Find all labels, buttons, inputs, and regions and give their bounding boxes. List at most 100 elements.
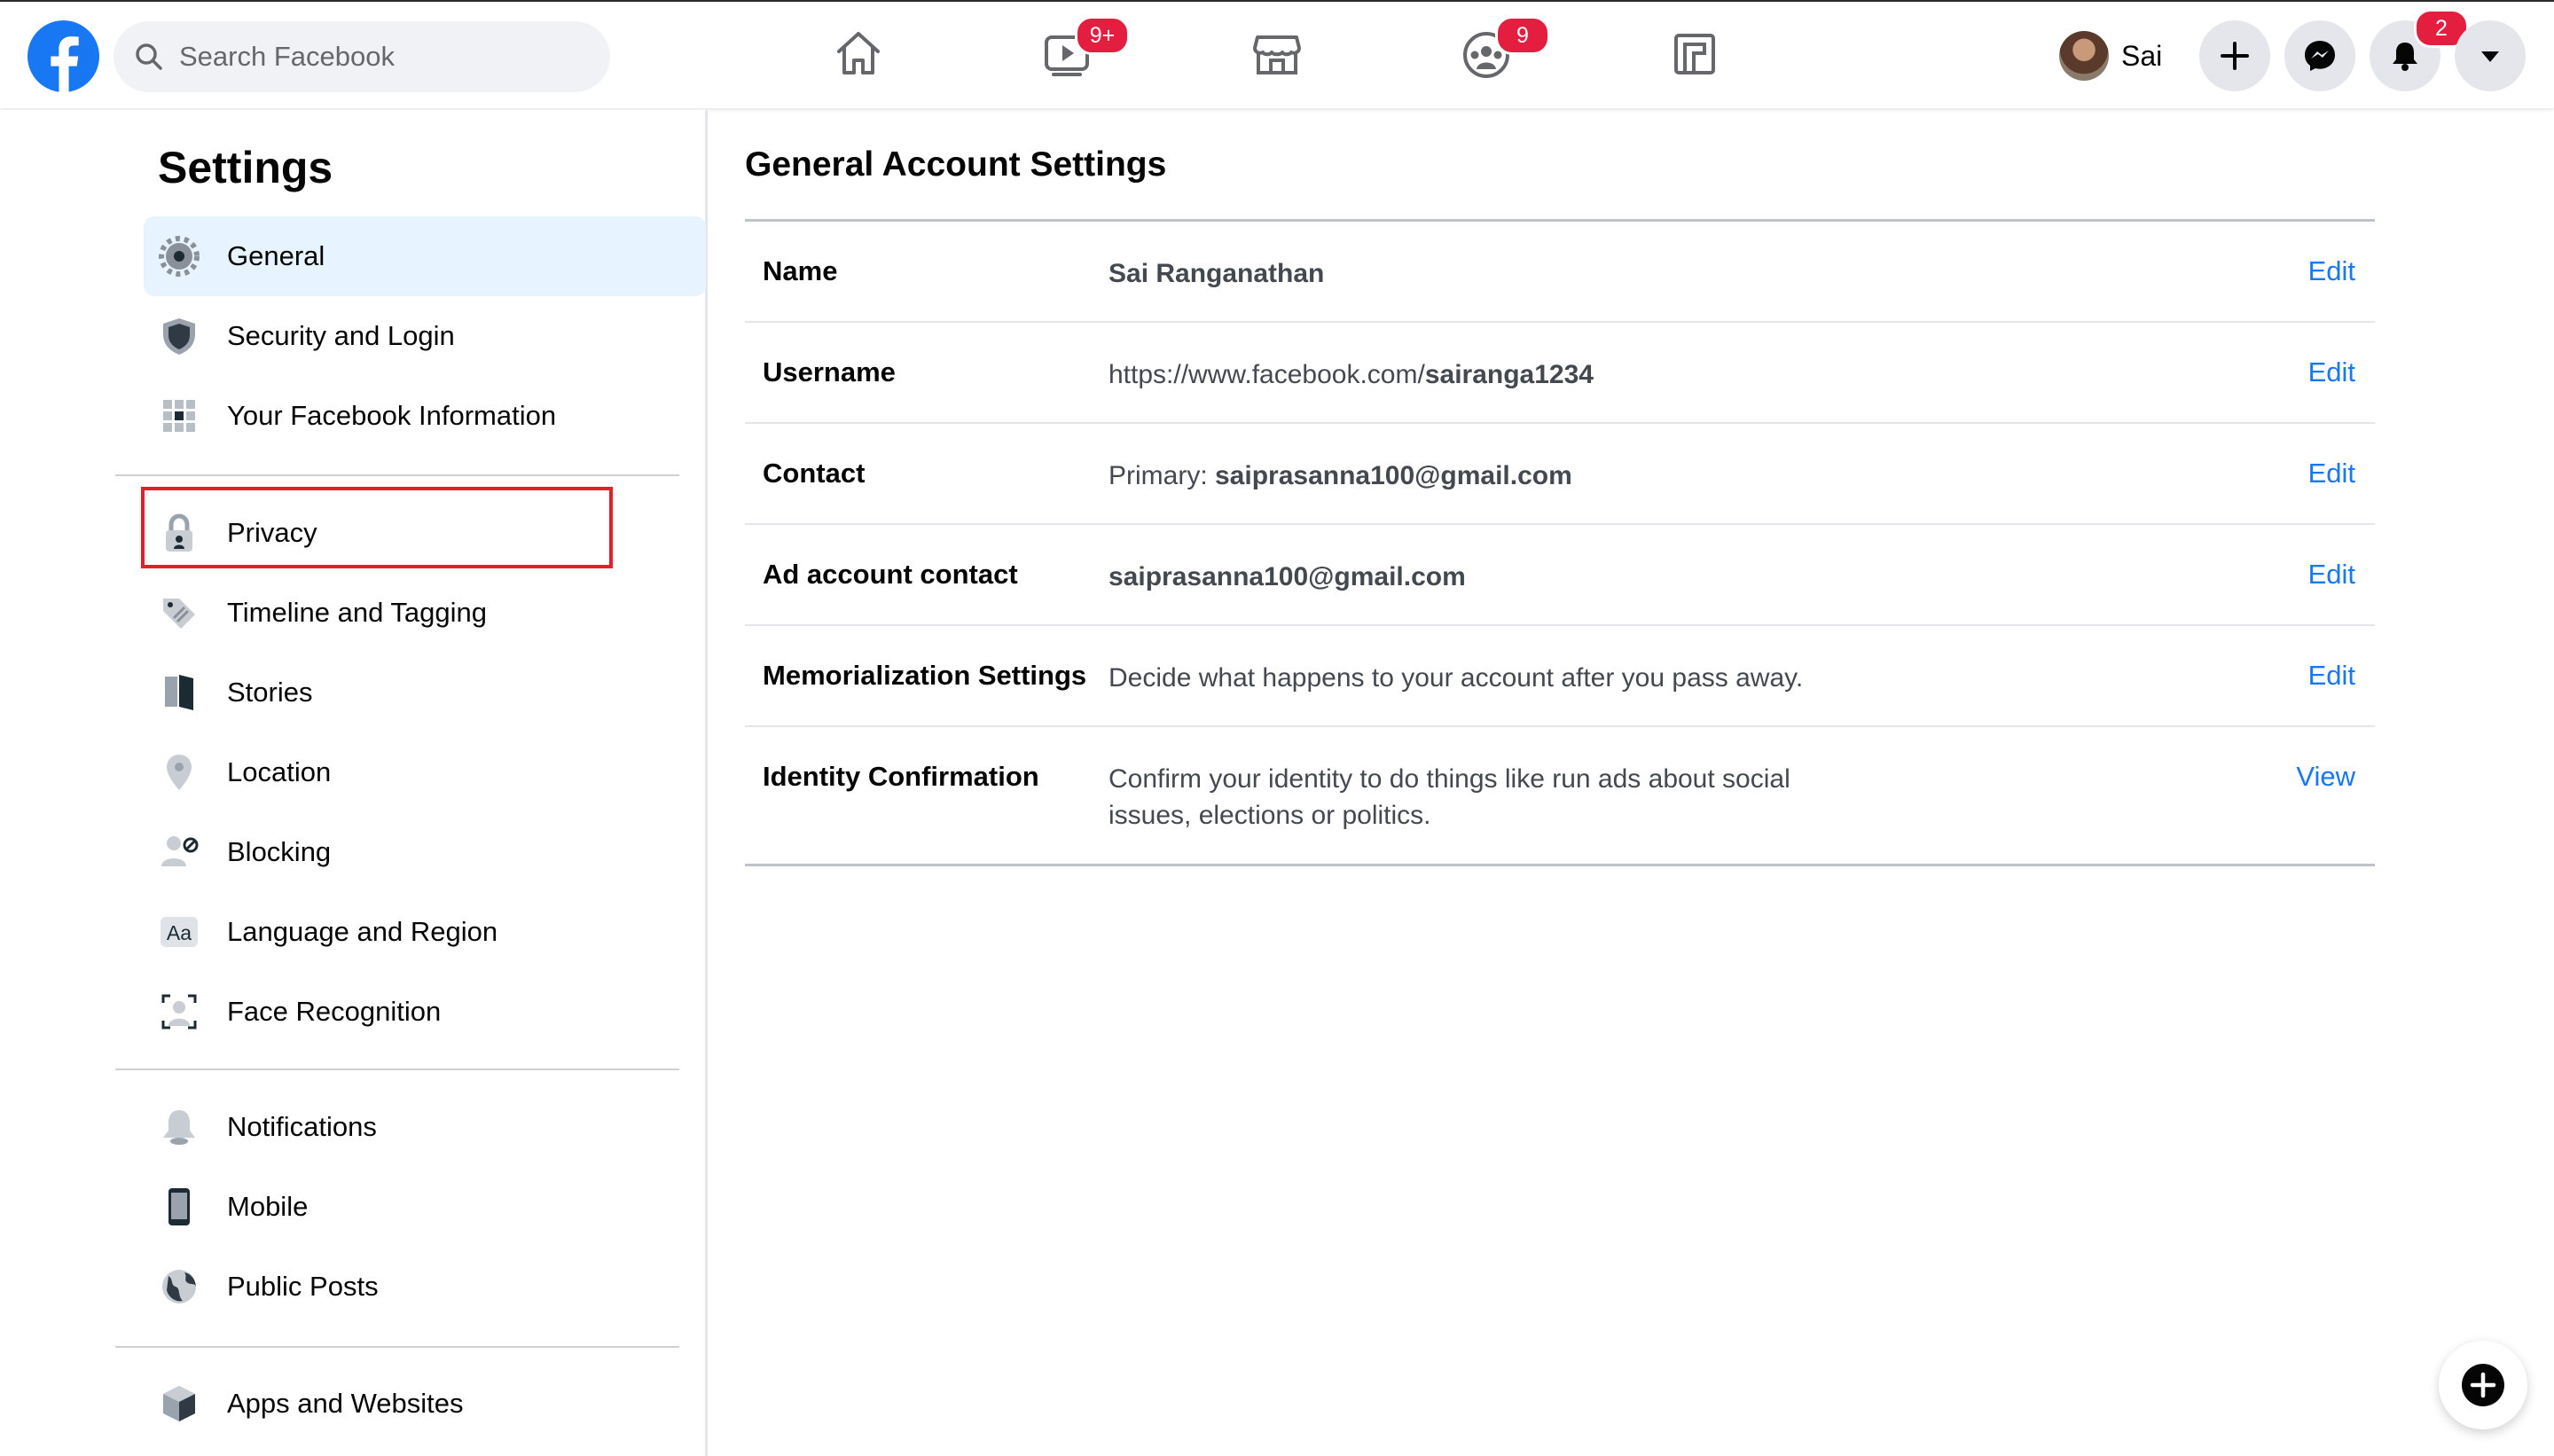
edit-contact-link[interactable]: Edit — [2308, 458, 2355, 489]
sidebar-item-label: Security and Login — [227, 320, 455, 351]
avatar — [2059, 31, 2109, 81]
marketplace-icon[interactable] — [1249, 25, 1305, 82]
messenger-icon — [2305, 41, 2335, 71]
bell-icon — [163, 1110, 195, 1145]
row-value: Decide what happens to your account afte… — [1109, 663, 1804, 693]
settings-sidebar: Settings General Security and Login Your… — [0, 110, 708, 1456]
caret-down-icon — [2481, 51, 2499, 62]
plus-icon — [2221, 42, 2249, 70]
sidebar-item-public-posts[interactable]: Public Posts — [144, 1247, 706, 1327]
profile-button[interactable]: Sai — [2059, 31, 2162, 81]
watch-badge: 9+ — [1075, 16, 1130, 55]
globe-icon — [162, 1270, 196, 1303]
edit-name-link[interactable]: Edit — [2308, 255, 2355, 287]
ad-contact-email: saiprasanna100@gmail.com — [1109, 562, 1466, 591]
row-value: Sai Ranganathan — [1109, 255, 1836, 292]
row-value: saiprasanna100@gmail.com — [1109, 559, 1836, 595]
edit-username-link[interactable]: Edit — [2308, 356, 2355, 388]
shield-icon — [163, 318, 195, 355]
row-label: Name — [763, 255, 838, 286]
identity-line-1: Confirm your identity to do things like … — [1109, 764, 1790, 794]
divider — [115, 474, 679, 476]
sidebar-item-label: Language and Region — [227, 916, 498, 947]
facebook-logo-icon[interactable] — [27, 20, 99, 92]
table-row: Name Sai Ranganathan Edit — [745, 222, 2375, 323]
table-row: Memorialization Settings Decide what hap… — [745, 626, 2375, 727]
grid-icon — [163, 400, 195, 432]
groups-badge: 9 — [1495, 16, 1550, 55]
lock-icon — [166, 513, 192, 552]
sidebar-item-language[interactable]: Aa Language and Region — [144, 892, 706, 972]
contact-email: saiprasanna100@gmail.com — [1215, 461, 1572, 490]
create-button[interactable] — [2199, 20, 2270, 91]
sidebar-item-label: Notifications — [227, 1111, 377, 1142]
sidebar-item-security[interactable]: Security and Login — [144, 296, 706, 376]
gear-icon — [159, 236, 200, 277]
book-icon — [165, 675, 193, 710]
gaming-icon[interactable] — [1667, 25, 1724, 82]
cube-icon — [163, 1386, 195, 1421]
row-value: https://www.facebook.com/sairanga1234 — [1109, 356, 1836, 393]
identity-line-2: issues, elections or politics. — [1109, 801, 1431, 830]
sidebar-item-label: Mobile — [227, 1191, 309, 1222]
settings-table: Name Sai Ranganathan Edit Username https… — [745, 219, 2375, 866]
bell-icon — [2393, 43, 2417, 71]
new-message-button[interactable] — [2439, 1341, 2527, 1429]
edit-memorialization-link[interactable]: Edit — [2308, 660, 2355, 692]
block-user-icon — [161, 836, 199, 866]
name-value: Sai Ranganathan — [1109, 259, 1325, 288]
sidebar-item-label: Your Facebook Information — [227, 400, 557, 431]
sidebar-item-label: Blocking — [227, 836, 332, 867]
sidebar-item-location[interactable]: Location — [144, 732, 706, 812]
row-label: Identity Confirmation — [763, 761, 1039, 792]
sidebar-item-label: Stories — [227, 677, 313, 708]
row-label: Contact — [763, 458, 866, 489]
sidebar-item-stories[interactable]: Stories — [144, 653, 706, 732]
table-row: Contact Primary: saiprasanna100@gmail.co… — [745, 424, 2375, 525]
messenger-button[interactable] — [2284, 20, 2355, 91]
sidebar-item-label: Apps and Websites — [227, 1388, 464, 1419]
sidebar-item-timeline[interactable]: Timeline and Tagging — [144, 573, 706, 653]
account-menu-button[interactable] — [2455, 20, 2526, 91]
top-navigation-bar: Search Facebook 9+ 9 Sai 2 — [0, 0, 2554, 108]
row-label: Username — [763, 356, 896, 387]
sidebar-item-general[interactable]: General — [144, 216, 706, 296]
sidebar-title: Settings — [158, 143, 333, 192]
sidebar-item-privacy[interactable]: Privacy — [144, 493, 706, 573]
sidebar-item-label: Face Recognition — [227, 996, 442, 1027]
table-row: Identity Confirmation Confirm your ident… — [745, 727, 2375, 864]
sidebar-item-mobile[interactable]: Mobile — [144, 1167, 706, 1247]
home-icon[interactable] — [830, 25, 887, 82]
search-placeholder: Search Facebook — [179, 41, 395, 72]
view-identity-link[interactable]: View — [2296, 761, 2355, 793]
username-prefix: https://www.facebook.com/ — [1109, 360, 1425, 389]
page-title: General Account Settings — [745, 145, 1167, 184]
sidebar-item-label: Public Posts — [227, 1271, 379, 1302]
divider — [115, 1069, 679, 1070]
sidebar-item-blocking[interactable]: Blocking — [144, 812, 706, 892]
sidebar-item-apps-and-websites[interactable]: Apps and Websites — [144, 1364, 706, 1444]
sidebar-item-label: General — [227, 240, 325, 271]
tag-icon — [163, 599, 195, 629]
svg-text:Aa: Aa — [167, 921, 192, 944]
mobile-icon — [168, 1188, 190, 1225]
row-label: Ad account contact — [763, 559, 1018, 590]
divider — [115, 1346, 679, 1348]
edit-ad-contact-link[interactable]: Edit — [2308, 559, 2355, 591]
table-row: Username https://www.facebook.com/sairan… — [745, 323, 2375, 424]
sidebar-item-label: Location — [227, 756, 332, 787]
sidebar-item-label: Timeline and Tagging — [227, 597, 487, 628]
row-label: Memorialization Settings — [763, 660, 1087, 691]
location-pin-icon — [167, 755, 192, 790]
row-value: Confirm your identity to do things like … — [1109, 761, 1836, 834]
contact-prefix: Primary: — [1109, 461, 1215, 490]
sidebar-item-notifications[interactable]: Notifications — [144, 1087, 706, 1167]
search-icon — [136, 43, 162, 70]
sidebar-item-face-recognition[interactable]: Face Recognition — [144, 972, 706, 1052]
search-bar[interactable]: Search Facebook — [114, 21, 610, 92]
language-icon: Aa — [161, 917, 198, 947]
sidebar-item-label: Privacy — [227, 517, 317, 548]
sidebar-item-your-facebook-information[interactable]: Your Facebook Information — [144, 376, 706, 456]
row-value: Primary: saiprasanna100@gmail.com — [1109, 458, 1836, 494]
plus-circle-icon — [2462, 1364, 2504, 1406]
